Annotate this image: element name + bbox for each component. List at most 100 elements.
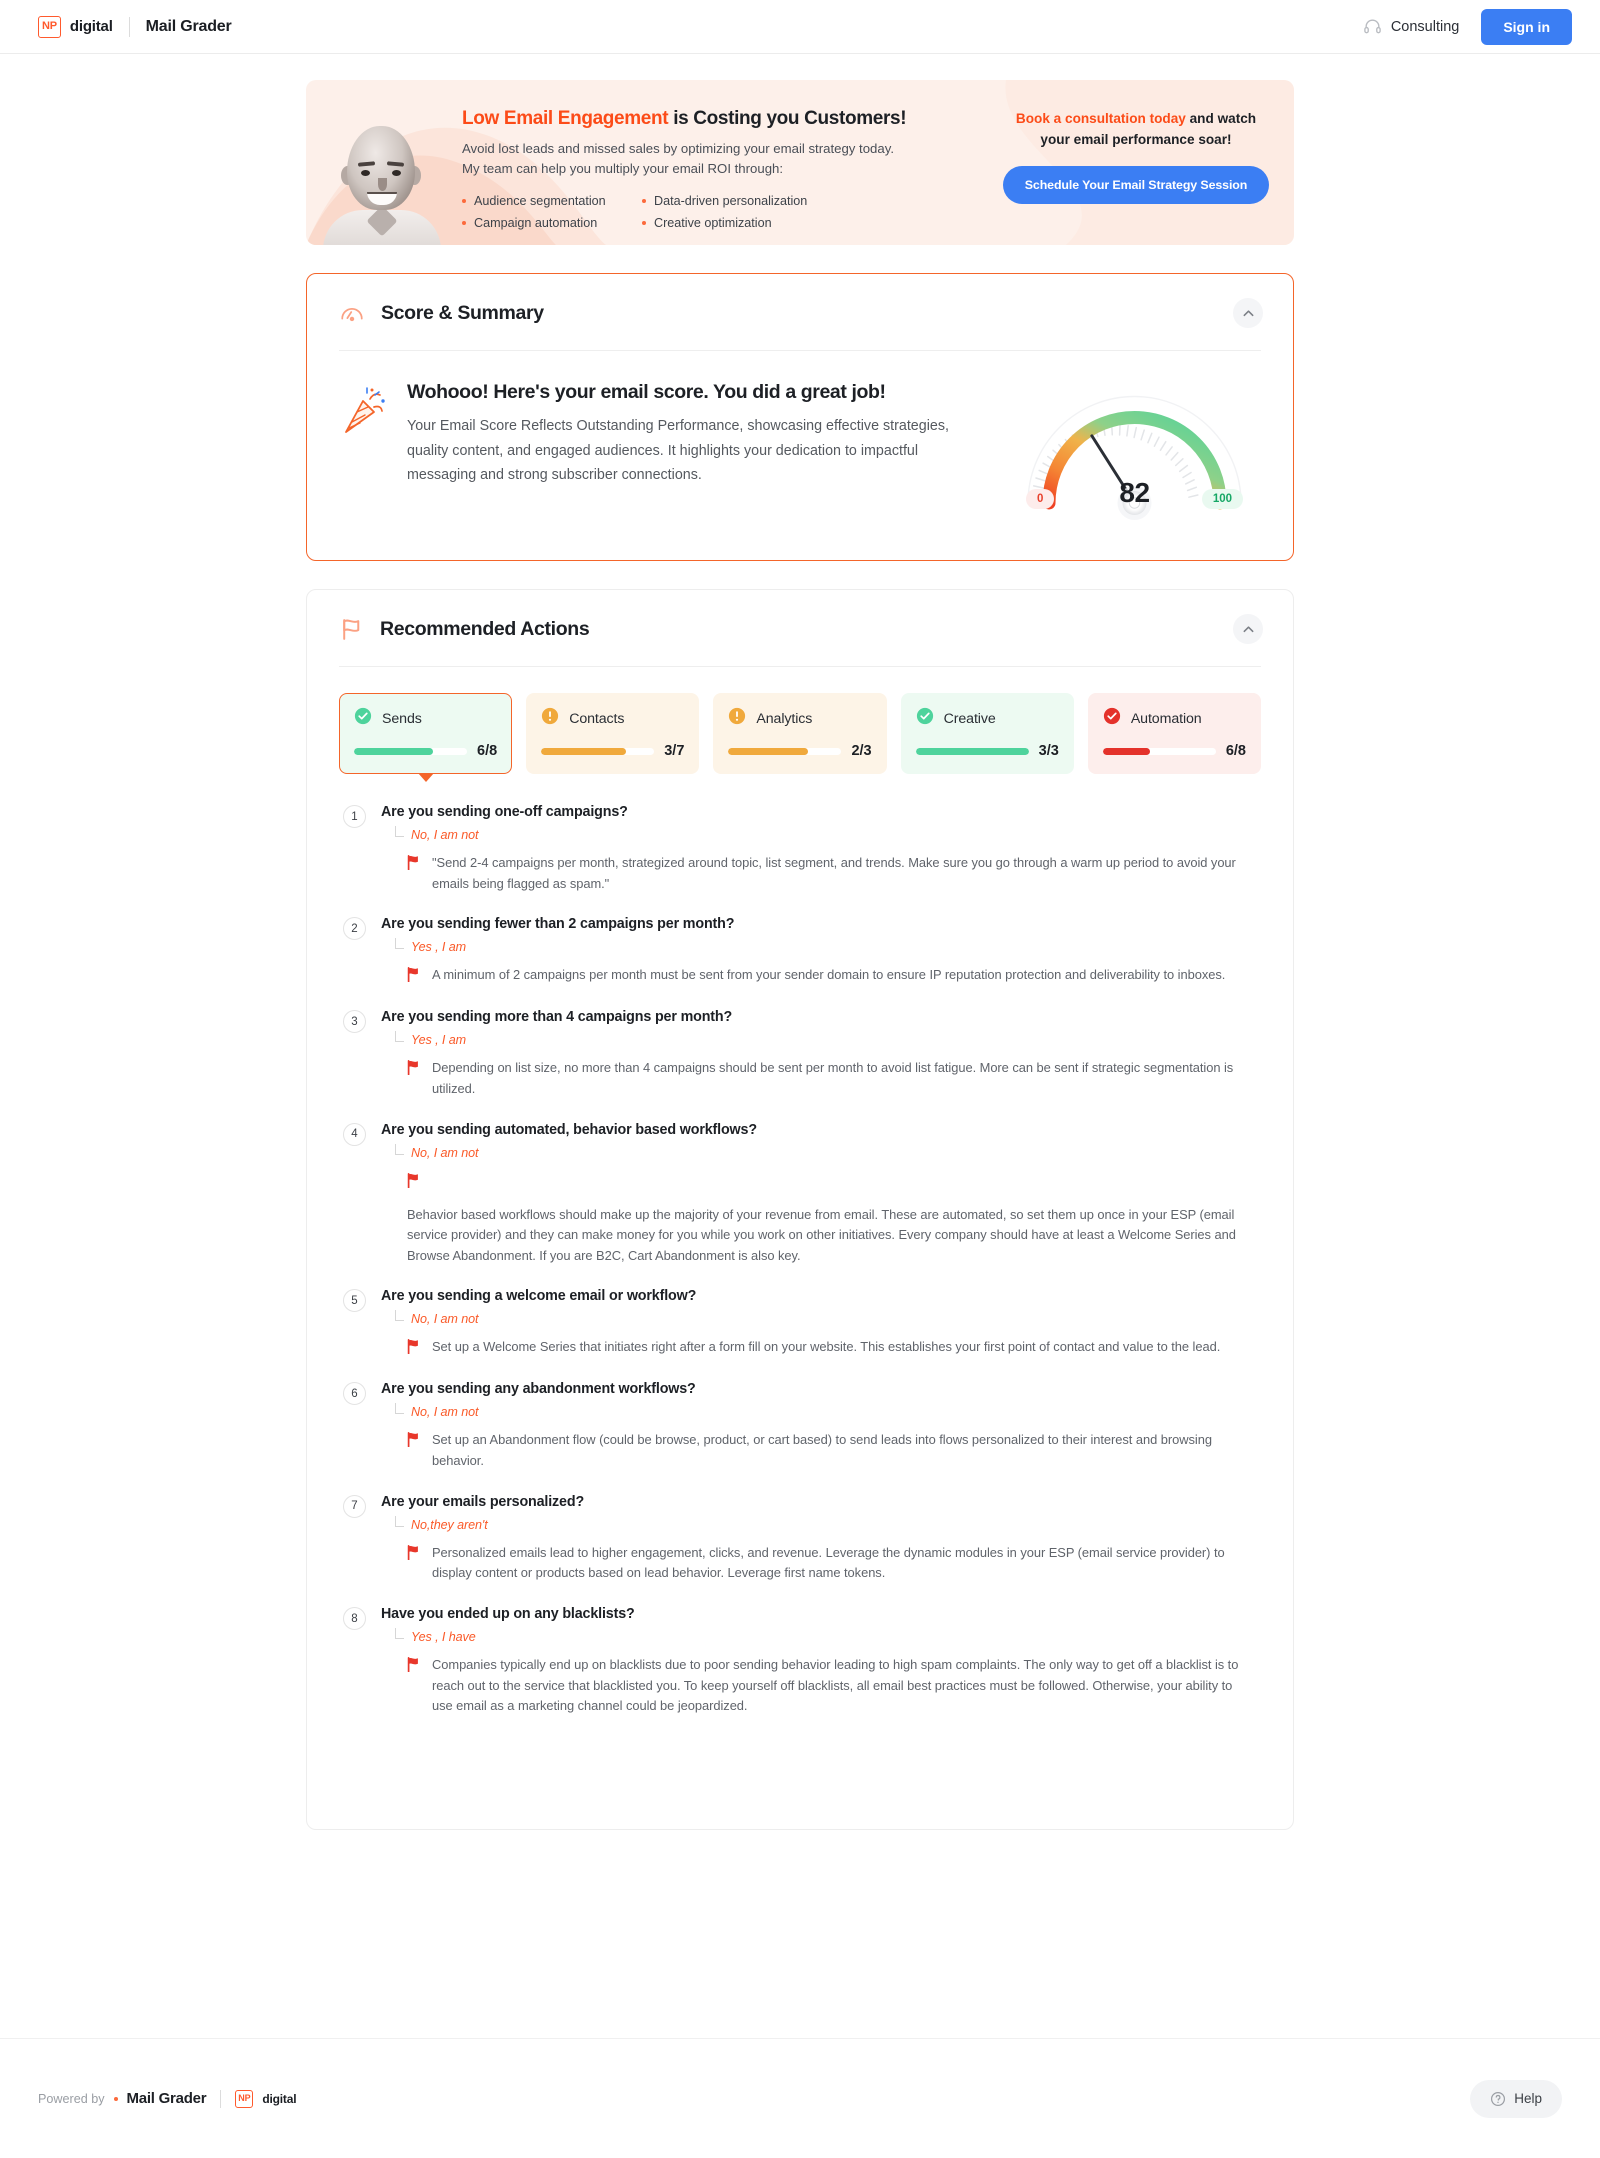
collapse-actions-button[interactable] — [1233, 614, 1263, 644]
tab-creative[interactable]: Creative 3/3 — [900, 693, 1074, 774]
collapse-score-button[interactable] — [1233, 298, 1263, 328]
sign-in-button[interactable]: Sign in — [1481, 8, 1572, 45]
advice-flag-icon — [407, 1060, 421, 1099]
question-advice: Depending on list size, no more than 4 c… — [407, 1058, 1247, 1099]
question-text: Are your emails personalized? — [381, 1493, 585, 1510]
tab-contacts[interactable]: Contacts 3/7 — [526, 693, 700, 774]
advice-flag-icon — [407, 1432, 421, 1471]
question-answer: Yes , I have — [395, 1628, 1247, 1644]
warning-icon — [542, 707, 559, 725]
score-card-body: Wohooo! Here's your email score. You did… — [307, 351, 1293, 560]
tab-header: Automation — [1103, 707, 1246, 730]
advice-text: A minimum of 2 campaigns per month must … — [432, 967, 1226, 983]
question-text: Are you sending a welcome email or workf… — [381, 1288, 697, 1305]
actions-title: Recommended Actions — [380, 617, 590, 640]
promo-cta-highlight: Book a consultation today — [1015, 111, 1186, 126]
question-text: Are you sending one-off campaigns? — [381, 804, 628, 820]
question-number: 5 — [343, 1289, 366, 1313]
answer-elbow-icon — [395, 1310, 404, 1322]
header-divider — [128, 16, 130, 37]
question-answer: No, I am not — [395, 1143, 1247, 1160]
flag-icon — [407, 1544, 418, 1561]
tab-progress-row: 2/3 — [728, 743, 872, 759]
tab-ratio: 3/7 — [664, 743, 685, 759]
promo-headline: Low Email Engagement is Costing you Cust… — [462, 108, 994, 130]
question-item: 1 Are you sending one-off campaigns? No,… — [343, 804, 1247, 894]
score-copy: Wohooo! Here's your email score. You did… — [393, 381, 1012, 488]
tab-ratio: 6/8 — [477, 743, 498, 759]
tab-progress-row: 3/3 — [915, 743, 1059, 759]
np-digital-logo-icon: NP — [235, 2089, 254, 2108]
tab-header: Contacts — [541, 707, 684, 730]
question-item: 7 Are your emails personalized? No,they … — [343, 1494, 1247, 1584]
question-item: 6 Are you sending any abandonment workfl… — [343, 1381, 1247, 1471]
answer-elbow-icon — [395, 1143, 404, 1155]
check-circle-icon — [354, 707, 372, 725]
chevron-up-icon — [1243, 309, 1253, 316]
answer-text: No, I am not — [411, 828, 479, 842]
question-answer: No, I am not — [395, 1310, 1247, 1326]
tab-label: Automation — [1130, 710, 1202, 727]
tab-ratio: 6/8 — [1225, 743, 1247, 759]
question-text: Are you sending fewer than 2 campaigns p… — [381, 916, 735, 933]
promo-bullet-label: Campaign automation — [474, 215, 598, 230]
question-body: Have you ended up on any blacklists? Yes… — [366, 1606, 1247, 1717]
list-item: Creative optimization — [642, 216, 994, 230]
question-advice: Set up a Welcome Series that initiates r… — [407, 1337, 1247, 1359]
flag-icon — [407, 1432, 418, 1448]
tab-sends[interactable]: Sends 6/8 — [339, 693, 513, 782]
tab-label: Contacts — [569, 710, 625, 727]
tab-progress-bar — [915, 747, 1029, 755]
flag-icon — [407, 1060, 418, 1076]
brand-logo[interactable]: NP digital — [38, 15, 113, 38]
consulting-link[interactable]: Consulting — [1363, 17, 1460, 36]
tab-automation[interactable]: Automation 6/8 — [1087, 693, 1262, 774]
score-gauge: 82 0 100 — [1012, 381, 1257, 526]
flag-icon — [407, 967, 418, 983]
footer-divider — [220, 2089, 222, 2108]
question-body: Are you sending one-off campaigns? No, I… — [366, 804, 1247, 894]
tab-header: Sends — [354, 707, 497, 730]
flag-icon — [407, 855, 418, 871]
recommended-actions-card: Recommended Actions Sends 6/8 Contacts 3 — [306, 589, 1294, 1830]
answer-elbow-icon — [395, 826, 404, 837]
answer-text: Yes , I am — [411, 940, 466, 955]
check-circle-icon — [916, 707, 933, 725]
promo-headline-highlight: Low Email Engagement — [462, 108, 669, 129]
tab-progress-row: 6/8 — [354, 743, 497, 759]
page-content: Low Email Engagement is Costing you Cust… — [0, 54, 1600, 1830]
questions-list: 1 Are you sending one-off campaigns? No,… — [307, 774, 1293, 1829]
help-button[interactable]: Help — [1470, 2079, 1562, 2118]
question-answer: No,they aren't — [395, 1515, 1247, 1532]
schedule-session-button[interactable]: Schedule Your Email Strategy Session — [1002, 166, 1270, 205]
tab-status-icon — [1103, 707, 1121, 730]
flag-icon — [343, 618, 360, 640]
question-answer: No, I am not — [395, 826, 1247, 842]
question-advice: Personalized emails lead to higher engag… — [407, 1543, 1247, 1584]
page-title: Score & Summary — [381, 301, 544, 324]
promo-subtext-line-1: Avoid lost leads and missed sales by opt… — [462, 141, 894, 156]
chevron-up-icon — [1243, 625, 1253, 632]
party-popper-icon — [341, 385, 393, 442]
question-answer: Yes , I am — [395, 938, 1247, 954]
speedometer-icon — [341, 307, 363, 322]
question-item: 2 Are you sending fewer than 2 campaigns… — [343, 916, 1247, 987]
footer-brand-logo[interactable]: NP digital — [235, 2089, 297, 2108]
tab-analytics[interactable]: Analytics 2/3 — [713, 693, 887, 774]
question-item: 8 Have you ended up on any blacklists? Y… — [343, 1606, 1247, 1717]
powered-by-block: Powered by Mail Grader — [38, 2090, 207, 2107]
np-digital-logo-icon: NP — [38, 15, 61, 38]
question-number: 3 — [343, 1010, 366, 1034]
promo-headline-rest: is Costing you Customers! — [668, 108, 907, 129]
answer-text: Yes , I have — [411, 1630, 476, 1645]
consulting-label: Consulting — [1390, 18, 1460, 35]
promo-cta-text: Book a consultation today and watch your… — [1002, 108, 1270, 150]
tab-progress-bar — [1102, 747, 1216, 755]
advice-text: Behavior based workflows should make up … — [407, 1206, 1236, 1263]
question-number: 7 — [343, 1494, 366, 1518]
tab-header: Creative — [916, 707, 1059, 730]
gauge-range-labels: 0 100 — [1012, 489, 1257, 509]
category-tabs: Sends 6/8 Contacts 3/7 Analytics 2/3 Cre… — [307, 667, 1293, 782]
question-number: 2 — [343, 917, 366, 941]
answer-text: No,they aren't — [411, 1517, 488, 1532]
